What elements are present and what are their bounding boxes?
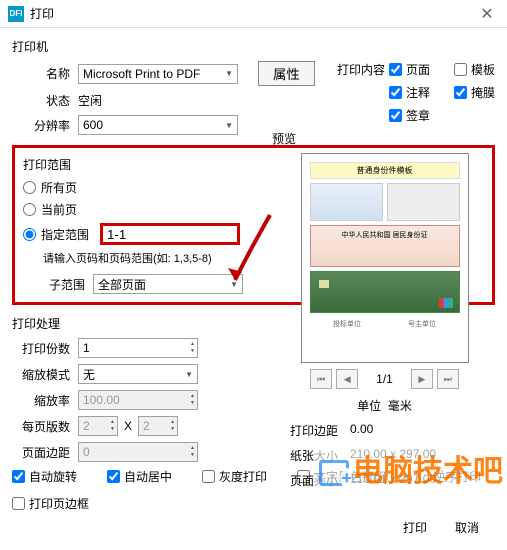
print-button[interactable]: 打印 <box>395 517 435 538</box>
range-input[interactable] <box>100 223 240 245</box>
annot-checkbox[interactable] <box>389 86 402 99</box>
preview-id-card: 中华人民共和国 居民身份证 <box>310 225 460 267</box>
stamp-checkbox[interactable] <box>389 109 402 122</box>
subrange-label: 子范围 <box>43 276 85 293</box>
next-page-button[interactable]: ▶ <box>411 369 433 389</box>
scale-mode-dropdown[interactable]: 无 <box>78 364 198 384</box>
resolution-label: 分辨率 <box>12 117 70 134</box>
auto-rotate-checkbox[interactable] <box>12 470 25 483</box>
page-indicator: 1/1 <box>376 372 393 386</box>
name-label: 名称 <box>12 65 70 82</box>
page-checkbox[interactable] <box>389 63 402 76</box>
perpage-b-spinner: 2 <box>138 416 178 436</box>
window-title: 打印 <box>30 5 475 22</box>
status-label: 状态 <box>12 92 70 109</box>
preview-section-label: 预览 <box>272 130 497 147</box>
current-page-radio[interactable] <box>23 203 36 216</box>
copies-spinner[interactable]: 1 <box>78 338 198 358</box>
properties-button[interactable]: 属性 <box>258 61 315 86</box>
printer-name-dropdown[interactable]: Microsoft Print to PDF <box>78 64 238 84</box>
print-content-label: 打印内容 <box>337 61 385 78</box>
template-checkbox[interactable] <box>454 63 467 76</box>
page-border-checkbox[interactable] <box>12 497 25 510</box>
close-button[interactable]: ✕ <box>475 2 499 26</box>
watermark: 电脑技术吧 <box>315 446 507 490</box>
preview-doc-title: 普通身份件模板 <box>310 162 460 179</box>
auto-center-checkbox[interactable] <box>107 470 120 483</box>
watermark-icon <box>319 460 349 486</box>
resolution-dropdown[interactable]: 600 <box>78 115 238 135</box>
preview-bank-card <box>310 271 460 313</box>
subrange-dropdown[interactable]: 全部页面 <box>93 274 243 294</box>
app-icon: DFI <box>8 6 24 22</box>
first-page-button[interactable]: ⏮ <box>310 369 332 389</box>
ratio-spinner: 100.00 <box>78 390 198 410</box>
perpage-a-spinner: 2 <box>78 416 118 436</box>
range-radio[interactable] <box>23 228 36 241</box>
preview-card <box>387 183 460 221</box>
prev-page-button[interactable]: ◀ <box>336 369 358 389</box>
preview-panel: 普通身份件模板 中华人民共和国 居民身份证 投标单位号主单位 <box>301 153 469 363</box>
printer-section-label: 打印机 <box>12 38 495 55</box>
status-value: 空闲 <box>78 92 102 109</box>
mask-checkbox[interactable] <box>454 86 467 99</box>
all-pages-radio[interactable] <box>23 181 36 194</box>
preview-card <box>310 183 383 221</box>
cancel-button[interactable]: 取消 <box>447 517 487 538</box>
gray-checkbox[interactable] <box>202 470 215 483</box>
last-page-button[interactable]: ⏭ <box>437 369 459 389</box>
page-margin-spinner: 0 <box>78 442 198 462</box>
